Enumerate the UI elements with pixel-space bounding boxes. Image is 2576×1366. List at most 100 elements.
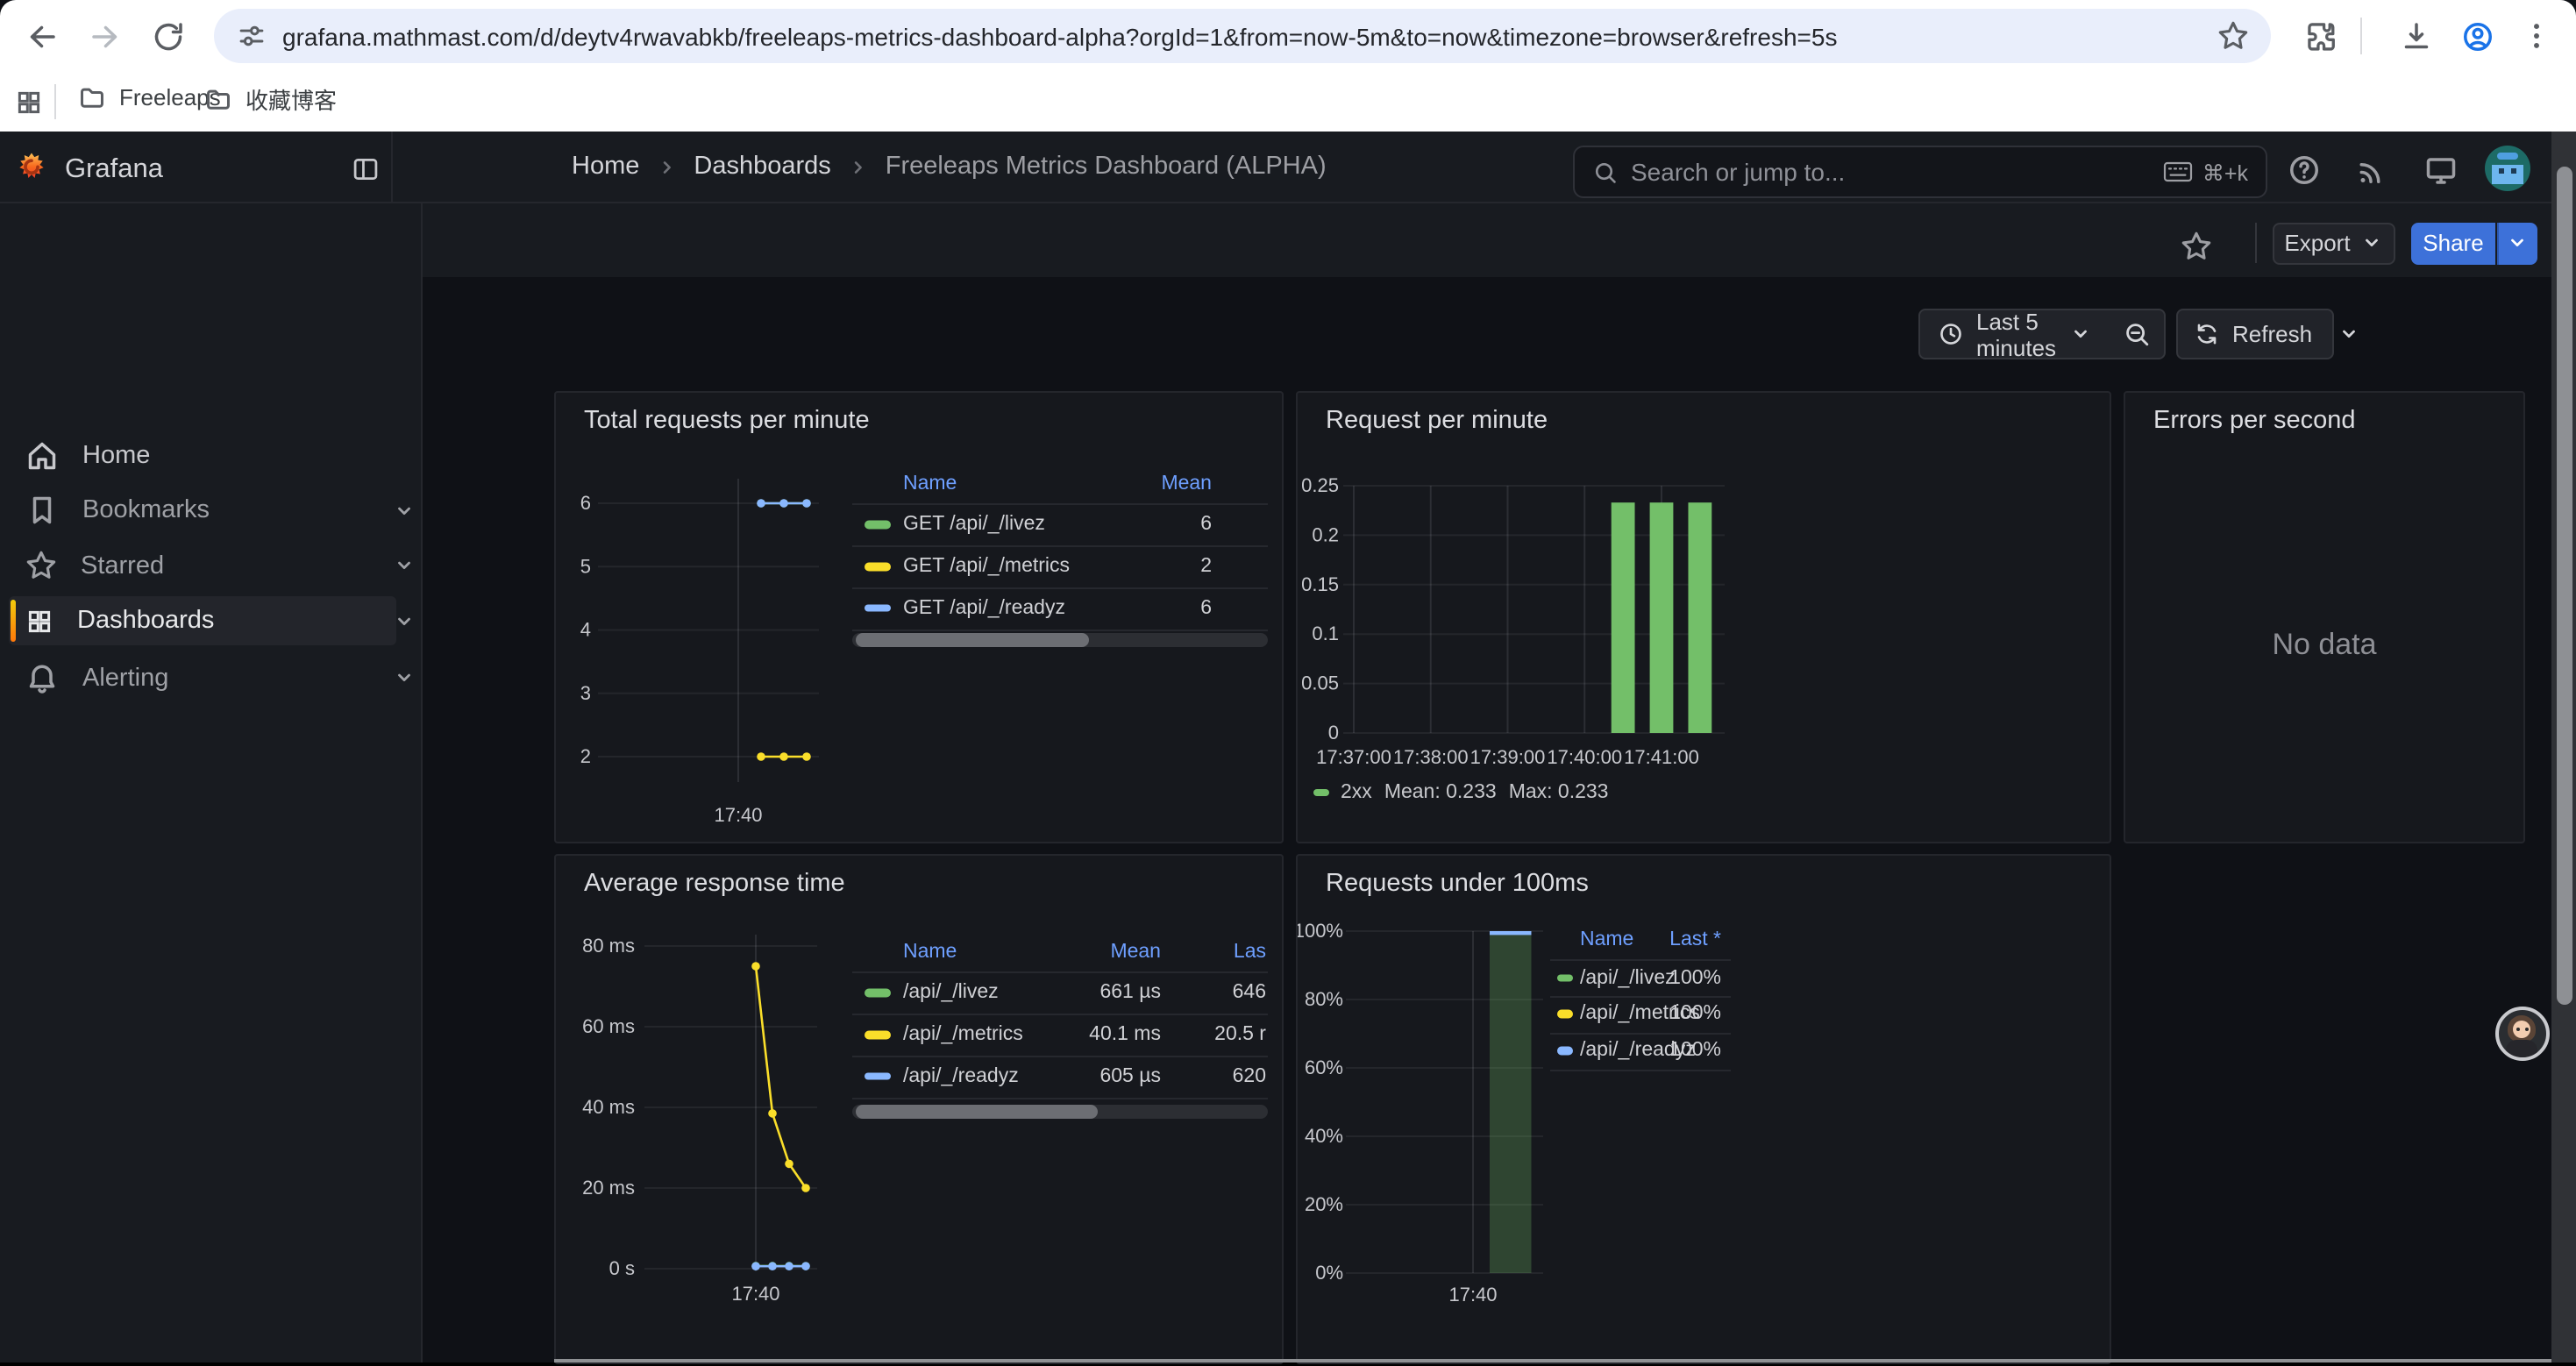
breadcrumb-dashboards[interactable]: Dashboards: [694, 153, 830, 181]
search-input[interactable]: Search or jump to... ⌘+k: [1573, 146, 2267, 198]
series-color-swatch[interactable]: [865, 521, 891, 529]
legend-series-name[interactable]: GET /api/_/metrics: [903, 556, 1070, 577]
breadcrumb: Home Dashboards Freeleaps Metrics Dashbo…: [572, 153, 1327, 181]
chevron-down-icon[interactable]: [393, 499, 416, 522]
svg-text:4: 4: [580, 619, 591, 641]
legend-divider: [1549, 958, 1731, 960]
series-color-swatch[interactable]: [865, 1072, 891, 1080]
profile-icon[interactable]: [2460, 19, 2495, 54]
legend-scrollbar-thumb[interactable]: [855, 633, 1089, 647]
svg-text:6: 6: [580, 492, 591, 514]
legend-row[interactable]: 2xxMean: 0.233Max: 0.233: [1313, 782, 1609, 803]
favorite-star-icon[interactable]: [2180, 230, 2213, 263]
legend-series-name[interactable]: /api/_/livez: [903, 982, 999, 1003]
legend-header[interactable]: Name: [1580, 928, 1633, 950]
dock-menu-icon[interactable]: [351, 154, 381, 184]
breadcrumb-home[interactable]: Home: [572, 153, 639, 181]
star-icon: [25, 549, 58, 582]
legend-divider: [1549, 1033, 1731, 1035]
address-bar[interactable]: grafana.mathmast.com/d/deytv4rwavabkb/fr…: [214, 9, 2271, 63]
forward-icon[interactable]: [88, 19, 123, 54]
legend-series-name[interactable]: GET /api/_/readyz: [903, 597, 1065, 618]
share-button[interactable]: Share: [2411, 222, 2495, 264]
site-settings-icon[interactable]: [237, 21, 267, 51]
reload-icon[interactable]: [151, 19, 186, 54]
panel-errors-per-second: Errors per second No data: [2124, 391, 2525, 843]
legend-divider: [852, 1013, 1268, 1014]
horizontal-scrollbar[interactable]: [554, 1358, 2551, 1362]
grid-icon: [25, 606, 54, 636]
legend-header[interactable]: Mean: [1110, 941, 1161, 962]
svg-text:17:37:00: 17:37:00: [1316, 746, 1391, 768]
export-button[interactable]: Export: [2273, 222, 2395, 264]
legend-header[interactable]: Name: [903, 473, 957, 494]
sidebar-item-label: Starred: [81, 551, 164, 580]
panel-title[interactable]: Errors per second: [2153, 407, 2356, 435]
zoom-out-icon[interactable]: [2123, 320, 2151, 348]
user-avatar[interactable]: [2485, 146, 2530, 191]
share-menu-button[interactable]: [2497, 222, 2537, 264]
no-data-message: No data: [2125, 628, 2523, 663]
assistant-avatar-widget[interactable]: [2495, 1007, 2550, 1061]
series-color-swatch[interactable]: [865, 1031, 891, 1039]
legend-value: 100%: [1669, 1040, 1721, 1061]
legend-scrollbar-thumb[interactable]: [855, 1104, 1098, 1118]
chevron-right-icon: [655, 155, 678, 178]
bookmark-folder-blogs[interactable]: 收藏博客: [203, 82, 337, 116]
chevron-down-icon[interactable]: [393, 609, 416, 632]
series-color-swatch[interactable]: [865, 604, 891, 612]
legend-header[interactable]: Mean: [1161, 473, 1212, 494]
help-icon[interactable]: [2287, 153, 2322, 188]
legend-header[interactable]: Name: [903, 941, 957, 962]
svg-text:17:38:00: 17:38:00: [1393, 746, 1469, 768]
refresh-picker[interactable]: Refresh: [2176, 309, 2334, 359]
chevron-down-icon: [2361, 231, 2384, 254]
svg-text:80%: 80%: [1305, 988, 1343, 1010]
legend-stat: Mean: 0.233: [1384, 782, 1497, 803]
sidebar-item-starred[interactable]: Starred: [9, 541, 396, 590]
legend-header[interactable]: Las: [1234, 941, 1266, 962]
sidebar-item-bookmarks[interactable]: Bookmarks: [9, 486, 396, 535]
sidebar-item-dashboards[interactable]: Dashboards: [9, 596, 396, 645]
series-color-swatch[interactable]: [1556, 1047, 1572, 1055]
legend-series-name[interactable]: /api/_/metrics: [903, 1024, 1023, 1045]
series-color-swatch[interactable]: [1556, 974, 1572, 982]
chevron-down-icon[interactable]: [393, 666, 416, 689]
breadcrumb-current: Freeleaps Metrics Dashboard (ALPHA): [886, 153, 1327, 181]
chevron-down-icon[interactable]: [393, 554, 416, 577]
sidebar-item-alerting[interactable]: Alerting: [9, 653, 396, 702]
legend-series-name[interactable]: /api/_/livez: [1580, 967, 1676, 988]
grafana-logo[interactable]: [16, 151, 47, 193]
page-scrollbar-thumb[interactable]: [2556, 167, 2572, 1005]
chevron-down-icon[interactable]: [2337, 323, 2359, 345]
legend-series-name[interactable]: 2xx: [1341, 782, 1372, 803]
bell-icon: [25, 660, 60, 695]
apps-grid-icon[interactable]: [14, 88, 44, 117]
series-color-swatch[interactable]: [865, 989, 891, 997]
bookmark-star-icon[interactable]: [2217, 19, 2250, 53]
series-color-swatch[interactable]: [865, 563, 891, 571]
news-rss-icon[interactable]: [2355, 153, 2390, 188]
svg-text:40%: 40%: [1305, 1125, 1343, 1147]
menu-dots-icon[interactable]: [2520, 19, 2553, 53]
legend-series-name[interactable]: GET /api/_/livez: [903, 514, 1045, 535]
time-range-label: Last 5 minutes: [1976, 308, 2056, 360]
legend-divider: [852, 629, 1268, 630]
legend-header[interactable]: Last *: [1669, 928, 1721, 950]
clock-icon: [1938, 321, 1964, 347]
sidebar-item-home[interactable]: Home: [9, 430, 396, 480]
svg-text:2: 2: [580, 745, 591, 767]
folder-icon: [203, 84, 233, 114]
search-icon: [1592, 159, 1619, 185]
refresh-icon: [2194, 321, 2220, 347]
url-text[interactable]: grafana.mathmast.com/d/deytv4rwavabkb/fr…: [282, 22, 1837, 50]
sidebar-item-label: Dashboards: [77, 607, 214, 635]
extensions-icon[interactable]: [2304, 19, 2338, 53]
series-color-swatch[interactable]: [1556, 1010, 1572, 1018]
bookmark-folder-freeleaps[interactable]: Freeleaps: [77, 82, 221, 112]
time-range-picker[interactable]: Last 5 minutes: [1918, 309, 2166, 359]
downloads-icon[interactable]: [2399, 19, 2434, 54]
back-icon[interactable]: [25, 19, 60, 54]
legend-series-name[interactable]: /api/_/readyz: [903, 1065, 1019, 1086]
kiosk-monitor-icon[interactable]: [2423, 153, 2459, 188]
